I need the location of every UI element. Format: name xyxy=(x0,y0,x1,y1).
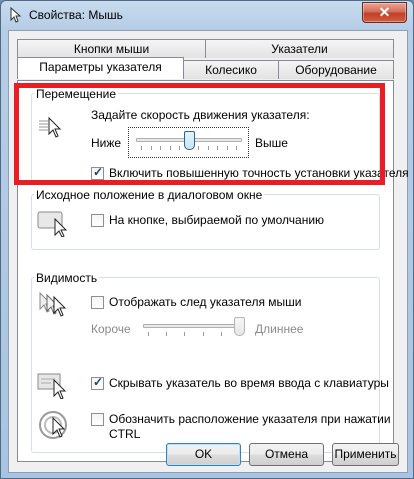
apply-button[interactable]: Применить xyxy=(332,443,399,466)
show-location-label[interactable]: Обозначить расположение указателя при на… xyxy=(109,412,391,426)
tab-wheel[interactable]: Колесико xyxy=(183,60,279,79)
slider-tick xyxy=(226,146,228,150)
slider-tick xyxy=(166,332,168,336)
title-bar[interactable]: Свойства: Мышь ✕ xyxy=(1,1,413,29)
snap-group-label: Исходное положение в диалоговом окне xyxy=(34,188,265,202)
fast-label: Выше xyxy=(255,136,288,150)
visibility-group-label: Видимость xyxy=(34,271,100,285)
slider-tick xyxy=(141,146,142,150)
snap-to-default-checkbox[interactable] xyxy=(91,214,104,227)
slider-tick xyxy=(150,146,152,150)
slider-tick xyxy=(236,146,237,150)
pointer-speed-icon xyxy=(39,116,62,138)
slider-tick xyxy=(169,146,171,150)
show-location-checkbox[interactable] xyxy=(91,413,104,426)
tab-label: Колесико xyxy=(205,63,257,77)
tab-hardware[interactable]: Оборудование xyxy=(278,60,394,79)
trail-long-label: Длиннее xyxy=(255,322,304,336)
snap-to-default-label[interactable]: На кнопке, выбираемой по умолчанию xyxy=(109,213,324,227)
mouse-properties-window: Свойства: Мышь ✕ Кнопки мыши Указатели П… xyxy=(0,0,414,479)
slow-label: Ниже xyxy=(91,136,122,150)
pointer-trails-icon xyxy=(39,291,67,317)
snap-to-default-icon xyxy=(37,211,68,237)
pointer-trails-label[interactable]: Отображать след указателя мыши xyxy=(109,295,302,309)
tab-mouse-buttons[interactable]: Кнопки мыши xyxy=(17,39,206,58)
tab-label: Кнопки мыши xyxy=(73,42,150,56)
slider-tick xyxy=(202,332,204,336)
precision-label[interactable]: Включить повышенную точность установки у… xyxy=(109,166,409,180)
hide-pointer-label[interactable]: Скрывать указатель во время ввода с клав… xyxy=(109,376,389,390)
precision-checkbox[interactable] xyxy=(91,165,104,180)
tab-label: Указатели xyxy=(271,42,328,56)
speed-slider-thumb[interactable] xyxy=(183,131,195,150)
trail-length-track[interactable] xyxy=(143,324,245,328)
slider-tick xyxy=(198,146,199,150)
mouse-pointer-icon xyxy=(10,7,22,23)
trail-length-thumb[interactable] xyxy=(234,317,245,336)
trail-short-label: Короче xyxy=(91,322,131,336)
tab-pointer-options[interactable]: Параметры указателя xyxy=(17,57,184,79)
speed-label: Задайте скорость движения указателя: xyxy=(91,108,310,122)
close-button[interactable]: ✕ xyxy=(362,2,407,23)
slider-tick xyxy=(184,332,186,336)
slider-tick xyxy=(179,146,180,150)
window-title: Свойства: Мышь xyxy=(29,8,123,22)
show-location-label-ctrl[interactable]: CTRL xyxy=(109,427,140,441)
dialog-client: Кнопки мыши Указатели Параметры указател… xyxy=(8,30,409,473)
hide-pointer-typing-icon xyxy=(37,373,67,399)
tab-pointers[interactable]: Указатели xyxy=(205,39,394,58)
motion-group-label: Перемещение xyxy=(34,87,118,101)
pointer-trails-checkbox[interactable] xyxy=(91,296,104,309)
hide-pointer-checkbox[interactable] xyxy=(91,375,104,390)
slider-tick xyxy=(160,146,161,150)
slider-tick xyxy=(217,146,218,150)
tab-label: Параметры указателя xyxy=(39,60,162,74)
slider-tick xyxy=(148,332,149,336)
slider-tick xyxy=(207,146,209,150)
ok-button[interactable]: OK xyxy=(166,443,241,466)
show-location-ctrl-icon xyxy=(39,411,67,439)
cancel-button[interactable]: Отмена xyxy=(249,443,324,466)
pointer-options-panel: Перемещение Задайте скорость движения ук… xyxy=(17,80,409,462)
tab-label: Оборудование xyxy=(295,63,377,77)
slider-tick xyxy=(220,332,222,336)
